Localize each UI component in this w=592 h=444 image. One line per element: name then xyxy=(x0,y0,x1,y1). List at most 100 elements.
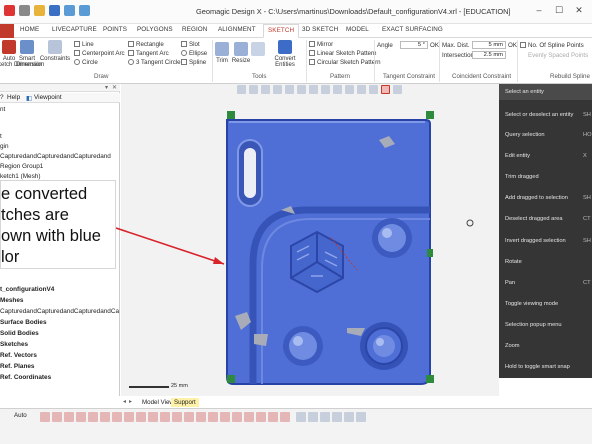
filter-icon[interactable] xyxy=(112,412,122,422)
tree-surface-bodies[interactable]: Surface Bodies xyxy=(0,319,47,326)
corner-handle[interactable] xyxy=(227,375,235,383)
filter-icon[interactable] xyxy=(160,412,170,422)
ellipse-tool[interactable]: Ellipse xyxy=(181,50,207,57)
panel-close-icon[interactable]: ✕ xyxy=(112,84,117,91)
circle-tool[interactable]: Circle xyxy=(74,59,98,66)
auto-select[interactable]: Auto xyxy=(14,412,27,419)
tab-3d-sketch[interactable]: 3D SKETCH xyxy=(302,26,338,33)
centerpoint-arc-tool[interactable]: Centerpoint Arc xyxy=(74,50,125,57)
menu-item[interactable]: Select or deselect an entity xyxy=(505,112,573,118)
tree-root[interactable]: t_configurationV4 xyxy=(0,286,54,293)
filter-icon[interactable] xyxy=(244,412,254,422)
tab-model[interactable]: MODEL xyxy=(346,26,369,33)
line-tool[interactable]: Line xyxy=(74,41,94,48)
help-icon[interactable]: ? xyxy=(0,94,4,101)
menu-item[interactable]: Add dragged to selection xyxy=(505,195,568,201)
menu-item[interactable]: Zoom xyxy=(505,343,520,349)
filter-icon[interactable] xyxy=(40,412,50,422)
tree-item[interactable]: gin xyxy=(0,143,9,150)
filter-icon[interactable] xyxy=(256,412,266,422)
filter-icon[interactable] xyxy=(268,412,278,422)
filter-icon[interactable] xyxy=(88,412,98,422)
maximize-icon[interactable]: ☐ xyxy=(550,3,568,17)
filter-icon[interactable] xyxy=(124,412,134,422)
tree-item[interactable]: ketch1 (Mesh) xyxy=(0,173,41,180)
undo-icon[interactable] xyxy=(64,5,75,16)
tab-support[interactable]: Support xyxy=(171,398,199,407)
filter-icon[interactable] xyxy=(76,412,86,422)
menu-item[interactable]: Toggle viewing mode xyxy=(505,301,558,307)
menu-item[interactable]: Invert dragged selection xyxy=(505,238,566,244)
tree-ref-planes[interactable]: Ref. Planes xyxy=(0,363,34,370)
tab-home[interactable]: HOME xyxy=(20,26,39,33)
redo-icon[interactable] xyxy=(79,5,90,16)
snap-icon[interactable] xyxy=(296,412,306,422)
tree-item[interactable]: nt xyxy=(0,106,5,113)
filter-icon[interactable] xyxy=(148,412,158,422)
menu-item[interactable]: Edit entity xyxy=(505,153,530,159)
close-icon[interactable]: ✕ xyxy=(570,3,588,17)
menu-item[interactable]: Pan xyxy=(505,280,515,286)
filter-icon[interactable] xyxy=(232,412,242,422)
tab-sketch[interactable]: SKETCH xyxy=(263,24,300,38)
corner-handle[interactable] xyxy=(227,111,235,119)
menu-item-select-entity[interactable]: Select an entity xyxy=(499,84,592,100)
spline-points-option[interactable]: No. Of Spline Points xyxy=(520,42,584,49)
filter-icon[interactable] xyxy=(172,412,182,422)
filter-icon[interactable] xyxy=(196,412,206,422)
tree-sketches[interactable]: Sketches xyxy=(0,341,28,348)
constraints-button[interactable]: Constraints xyxy=(39,40,71,62)
angle-ok-button[interactable]: OK xyxy=(430,42,439,49)
filter-icon[interactable] xyxy=(280,412,290,422)
evenly-spaced-option[interactable]: Evenly Spaced Points xyxy=(528,52,588,59)
tree-solid-bodies[interactable]: Solid Bodies xyxy=(0,330,39,337)
tab-region[interactable]: REGION xyxy=(182,26,207,33)
filter-icon[interactable] xyxy=(64,412,74,422)
three-tangent-circle-tool[interactable]: 3 Tangent Circle xyxy=(128,59,181,66)
new-file-icon[interactable] xyxy=(19,5,30,16)
spline-tool[interactable]: Spline xyxy=(181,59,206,66)
app-icon[interactable] xyxy=(4,5,15,16)
linear-pattern-tool[interactable]: Linear Sketch Pattern xyxy=(309,50,377,57)
snap-icon[interactable] xyxy=(332,412,342,422)
tree-meshes[interactable]: Meshes xyxy=(0,297,23,304)
filter-icon[interactable] xyxy=(208,412,218,422)
intersection-field[interactable]: 2.5 mm xyxy=(472,51,506,59)
tab-polygons[interactable]: POLYGONS xyxy=(137,26,173,33)
tab-exact-surfacing[interactable]: EXACT SURFACING xyxy=(382,26,443,33)
menu-item[interactable]: Rotate xyxy=(505,259,522,265)
menu-item[interactable]: Query selection xyxy=(505,132,545,138)
tree-mesh-item[interactable]: CapturedandCapturedandCapturedandCa xyxy=(0,308,119,315)
tree-ref-coordinates[interactable]: Ref. Coordinates xyxy=(0,374,51,381)
snap-icon[interactable] xyxy=(308,412,318,422)
tab-points[interactable]: POINTS xyxy=(103,26,127,33)
next-tab-icon[interactable]: ▸ xyxy=(129,398,132,405)
angle-field[interactable]: 5 ° xyxy=(400,41,428,49)
circular-pattern-tool[interactable]: Circular Sketch Pattern xyxy=(309,59,381,66)
menu-item[interactable]: Deselect dragged area xyxy=(505,216,563,222)
convert-entities-button[interactable]: Convert Entities xyxy=(265,40,305,68)
corner-handle[interactable] xyxy=(426,375,434,383)
slot-tool[interactable]: Slot xyxy=(181,41,200,48)
tree-item[interactable]: t xyxy=(0,133,2,140)
snap-icon[interactable] xyxy=(344,412,354,422)
edge-handle[interactable] xyxy=(427,249,433,257)
menu-item[interactable]: Hold to toggle smart snap xyxy=(505,364,570,370)
menu-item[interactable]: Trim dragged xyxy=(505,174,539,180)
tree-item[interactable]: Region Group1 xyxy=(0,163,43,170)
corner-handle[interactable] xyxy=(426,111,434,119)
tab-livecapture[interactable]: LIVECAPTURE xyxy=(52,26,97,33)
tangent-arc-tool[interactable]: Tangent Arc xyxy=(128,50,169,57)
snap-icon[interactable] xyxy=(356,412,366,422)
offset-button[interactable] xyxy=(251,42,265,58)
rectangle-tool[interactable]: Rectangle xyxy=(128,41,164,48)
snap-icon[interactable] xyxy=(320,412,330,422)
filter-icon[interactable] xyxy=(220,412,230,422)
viewpoint-tab[interactable]: Viewpoint xyxy=(34,94,62,101)
file-menu-button[interactable] xyxy=(0,24,14,38)
filter-icon[interactable] xyxy=(52,412,62,422)
menu-item[interactable]: Selection popup menu xyxy=(505,322,562,328)
resize-button[interactable]: Resize xyxy=(231,42,251,64)
trim-button[interactable]: Trim xyxy=(213,42,231,64)
filter-icon[interactable] xyxy=(136,412,146,422)
